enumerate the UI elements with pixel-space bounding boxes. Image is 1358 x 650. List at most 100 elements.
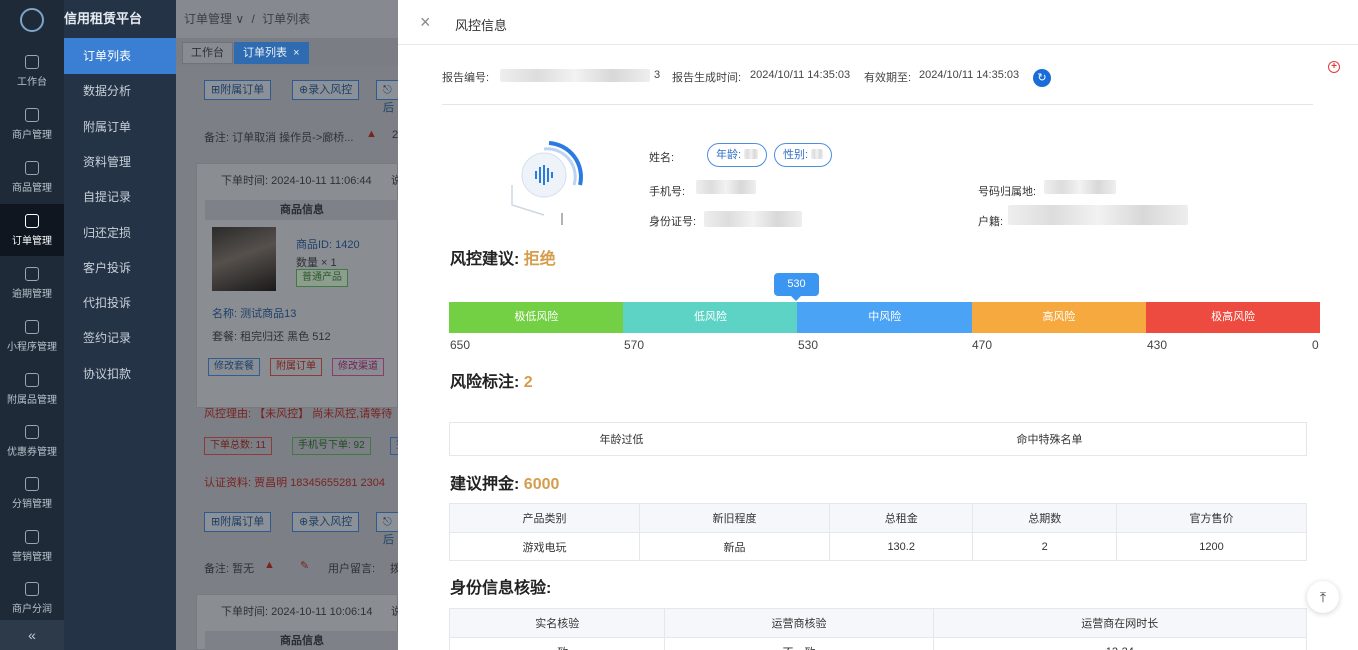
cert-info: 认证资料: 贾昌明 18345655281 2304 [204, 477, 385, 489]
phone-region-label: 号码归属地: [978, 186, 1037, 198]
add-risk-button[interactable]: ⊕录入风控 [292, 80, 360, 100]
rail-item-4[interactable]: 逾期管理 [0, 257, 64, 309]
rail-item-label: 小程序管理 [7, 342, 57, 353]
rail-item-10[interactable]: 商户分润 [0, 572, 64, 624]
divider [442, 104, 1313, 105]
product-id[interactable]: 商品ID: 1420 [296, 236, 360, 252]
close-icon[interactable]: × [420, 12, 431, 33]
attach-order-tag-button[interactable]: 附属订单 [270, 358, 322, 376]
subnav-item-8[interactable]: 签约记录 [64, 320, 176, 356]
attach-order-button-2[interactable]: ⊞附属订单 [204, 512, 272, 532]
id-redacted [704, 211, 802, 227]
tab-close-icon[interactable]: × [293, 47, 299, 59]
table-header: 总期数 [972, 503, 1117, 533]
rail-item-7[interactable]: 优惠券管理 [0, 415, 64, 467]
rail-item-2[interactable]: 商品管理 [0, 151, 64, 203]
table-header: 实名核验 [448, 608, 666, 638]
risk-advice-title: 风控建议: 拒绝 [450, 245, 556, 269]
table-cell: 2 [972, 532, 1117, 561]
modify-package-button[interactable]: 修改套餐 [208, 358, 260, 376]
risk-level-segment: 中风险 [797, 302, 973, 333]
table-header: 运营商在网时长 [932, 608, 1308, 638]
subnav-item-9[interactable]: 协议扣款 [64, 356, 176, 392]
watch-icon [25, 320, 39, 334]
valid-until-label: 有效期至: [864, 72, 912, 84]
table-header: 产品类别 [449, 503, 640, 533]
hukou-redacted [1008, 205, 1188, 225]
gender-pill-label: 性别: [783, 149, 809, 161]
risk-control-drawer: × 风控信息 + 报告编号: 3 报告生成时间: 2024/10/11 14:3… [398, 0, 1358, 650]
report-no-label: 报告编号: [442, 72, 490, 84]
product-name[interactable]: 名称: 测试商品13 [212, 305, 296, 321]
risk-scale-tick: 570 [624, 338, 645, 352]
tab-order-list[interactable]: 订单列表 × [234, 42, 309, 64]
subnav-item-4[interactable]: 自提记录 [64, 179, 176, 215]
subnav-item-7[interactable]: 代扣投诉 [64, 285, 176, 321]
rail-item-3[interactable]: 订单管理 [0, 204, 64, 256]
age-pill-label: 年龄: [716, 149, 742, 161]
score-marker-arrow [791, 296, 801, 301]
identity-table: 实名核验 运营商核验 运营商在网时长 一致 不一致 12-24 [448, 608, 1308, 650]
tab-order-list-label: 订单列表 [243, 47, 287, 59]
modify-channel-button[interactable]: 修改渠道 [332, 358, 384, 376]
attach-order-button[interactable]: ⊞附属订单 [204, 80, 272, 100]
product-package: 套餐: 租完归还 黑色 512 [212, 331, 331, 343]
risk-tag-label: 风险标注: [450, 374, 520, 391]
subnav-item-0[interactable]: 订单列表 [64, 38, 176, 74]
refresh-icon[interactable]: ↻ [1033, 69, 1051, 87]
edit-note-icon[interactable]: ✎ [300, 559, 309, 572]
table-header: 官方售价 [1116, 503, 1307, 533]
collapse-rail-button[interactable]: « [0, 620, 64, 650]
subnav-item-6[interactable]: 客户投诉 [64, 250, 176, 286]
chart-icon [25, 477, 39, 491]
table-header: 新旧程度 [638, 503, 830, 533]
risk-level-segment: 高风险 [971, 302, 1147, 333]
rail-item-label: 订单管理 [12, 236, 52, 247]
order-time: 下单时间: 2024-10-11 11:06:44 [221, 175, 372, 187]
deposit-table: 产品类别 新旧程度 总租金 总期数 官方售价 游戏电玩 新品 130.2 2 1… [449, 503, 1307, 561]
drawer-header: × 风控信息 [398, 0, 1358, 45]
rail-item-1[interactable]: 商户管理 [0, 98, 64, 150]
subnav-item-5[interactable]: 归还定损 [64, 215, 176, 251]
rail-item-label: 工作台 [17, 77, 47, 88]
rail-item-label: 商户分润 [12, 604, 52, 615]
subnav-item-3[interactable]: 资料管理 [64, 144, 176, 180]
breadcrumb-section[interactable]: 订单管理 ∨ [184, 12, 244, 26]
table-cell: 1200 [1116, 532, 1307, 561]
rail-item-5[interactable]: 小程序管理 [0, 310, 64, 362]
scroll-to-top-button[interactable]: ⤒ [1307, 581, 1339, 613]
risk-reason: 风控理由: 【未风控】 尚未风控,请等待 [204, 408, 393, 420]
home-icon [25, 55, 39, 69]
table-header: 运营商核验 [664, 608, 934, 638]
risk-scale-tick: 530 [798, 338, 819, 352]
megaphone-icon [25, 530, 39, 544]
product-image[interactable] [212, 227, 276, 291]
breadcrumb-sep: / [251, 12, 255, 26]
rail-item-label: 分销管理 [12, 499, 52, 510]
app-rail: 工作台商户管理商品管理订单管理逾期管理小程序管理附属品管理优惠券管理分销管理营销… [0, 0, 64, 650]
rail-item-0[interactable]: 工作台 [0, 45, 64, 97]
rail-item-6[interactable]: 附属品管理 [0, 363, 64, 415]
rail-item-8[interactable]: 分销管理 [0, 467, 64, 519]
app-logo-icon [20, 8, 44, 32]
deposit-label: 建议押金: [450, 476, 520, 493]
risk-advice-value: 拒绝 [523, 251, 556, 268]
subnav-item-2[interactable]: 附属订单 [64, 109, 176, 145]
age-redacted [744, 149, 759, 159]
plus-circle-icon[interactable]: + [1328, 61, 1340, 73]
id-label: 身份证号: [649, 216, 697, 228]
table-row: 游戏电玩 新品 130.2 2 1200 [449, 532, 1307, 561]
note-expand-icon-2[interactable]: ▲ [264, 559, 275, 571]
order-time-2: 下单时间: 2024-10-11 10:06:14 [221, 606, 373, 618]
note-expand-icon[interactable]: ▲ [366, 128, 377, 140]
rail-item-9[interactable]: 营销管理 [0, 520, 64, 572]
subnav-item-1[interactable]: 数据分析 [64, 73, 176, 109]
risk-scale-tick: 430 [1147, 338, 1168, 352]
order-count-badge: 下单总数: 11 [204, 437, 272, 455]
rail-item-label: 附属品管理 [7, 395, 57, 406]
rail-item-label: 商品管理 [12, 183, 52, 194]
add-risk-button-2[interactable]: ⊕录入风控 [292, 512, 360, 532]
tab-workbench[interactable]: 工作台 [182, 42, 233, 64]
phone-order-badge: 手机号下单: 92 [292, 437, 371, 455]
score-marker: 530 [774, 273, 819, 296]
